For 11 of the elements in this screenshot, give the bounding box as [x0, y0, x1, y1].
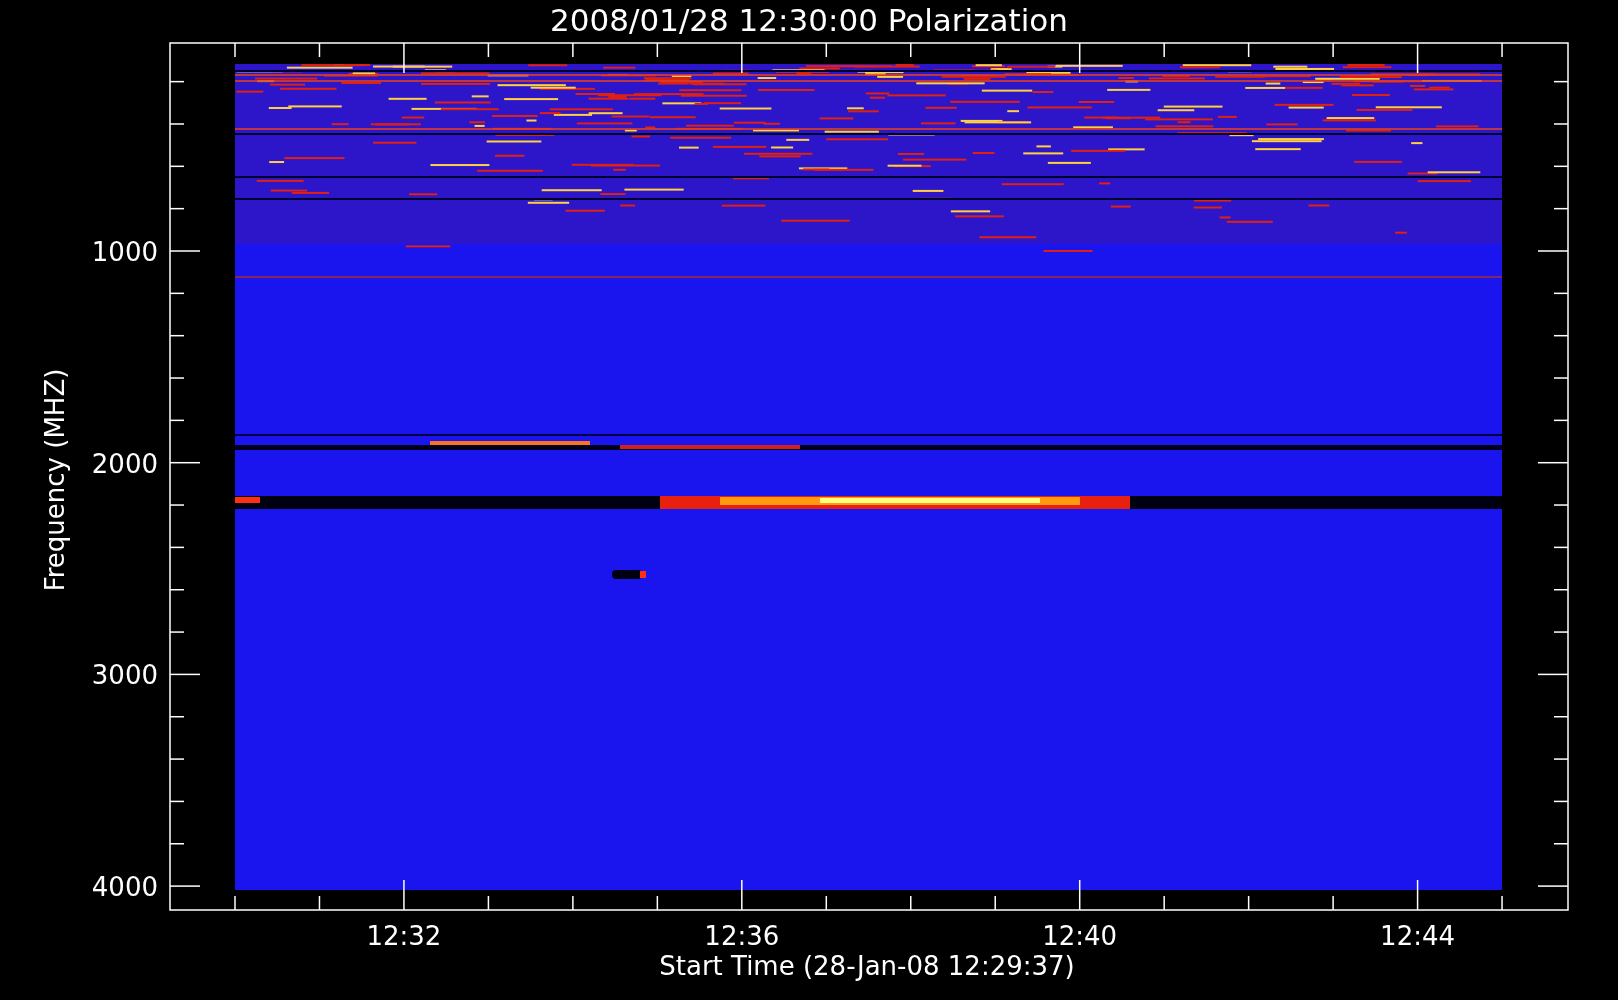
chart-title: 2008/01/28 12:30:00 Polarization [550, 2, 1068, 38]
y-axis-label: Frequency (MHZ) [40, 368, 70, 592]
x-tick-label: 12:36 [704, 921, 780, 951]
y-tick-label: 4000 [91, 872, 158, 903]
x-tick-label: 12:44 [1380, 921, 1456, 951]
y-tick-label: 1000 [91, 237, 158, 267]
y-tick-label: 2000 [91, 448, 158, 479]
x-tick-label: 12:32 [366, 921, 442, 951]
x-axis-label: Start Time (28-Jan-08 12:29:37) [659, 951, 1075, 981]
x-tick-label: 12:40 [1042, 921, 1118, 951]
y-tick-label: 3000 [91, 660, 158, 691]
